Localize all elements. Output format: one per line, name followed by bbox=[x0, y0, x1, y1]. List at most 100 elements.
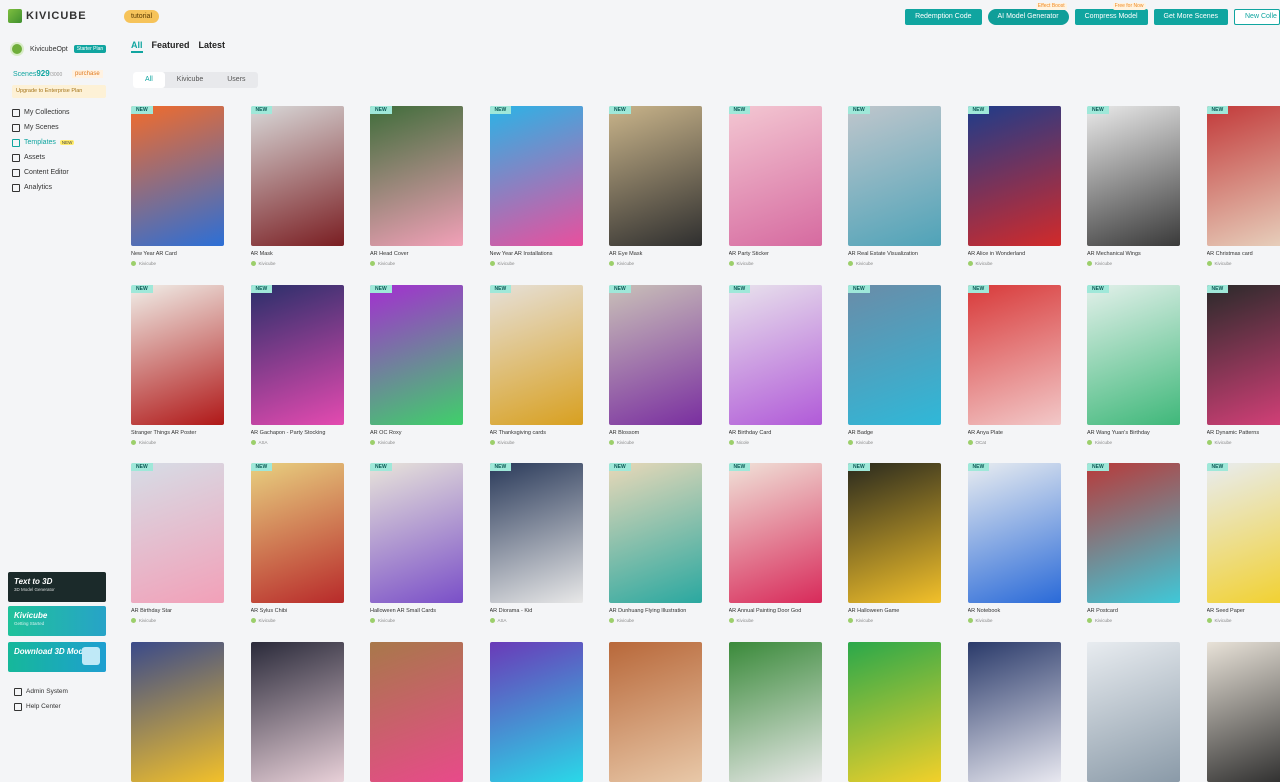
template-thumbnail[interactable] bbox=[729, 642, 822, 782]
template-card[interactable] bbox=[1207, 642, 1280, 782]
redemption-code-button[interactable]: Redemption Code bbox=[905, 9, 981, 25]
template-thumbnail[interactable]: NEW bbox=[729, 285, 822, 425]
template-card[interactable] bbox=[251, 642, 344, 782]
purchase-link[interactable]: purchase bbox=[72, 70, 103, 78]
template-card[interactable] bbox=[729, 642, 822, 782]
subtab-users[interactable]: Users bbox=[215, 72, 257, 88]
template-card[interactable]: NEWAR Halloween GameKivicube bbox=[848, 463, 941, 623]
template-card[interactable]: NEWAR OC RoxyKivicube bbox=[370, 285, 463, 445]
template-thumbnail[interactable]: NEW bbox=[251, 463, 344, 603]
template-card[interactable] bbox=[609, 642, 702, 782]
template-card[interactable]: NEWAR MaskKivicube bbox=[251, 106, 344, 266]
template-card[interactable]: NEWAR Birthday CardNicole bbox=[729, 285, 822, 445]
template-thumbnail[interactable]: NEW bbox=[1207, 106, 1280, 246]
promo-text-to-3d[interactable]: Text to 3D3D Model Generator bbox=[8, 572, 106, 602]
template-thumbnail[interactable]: NEW bbox=[1207, 285, 1280, 425]
template-card[interactable]: NEWAR Diorama - KidASA bbox=[490, 463, 583, 623]
template-card[interactable] bbox=[131, 642, 224, 782]
ai-model-generator-button[interactable]: AI Model GeneratorEffect Boost bbox=[988, 9, 1069, 25]
logo[interactable]: KIVICUBE bbox=[8, 9, 87, 23]
template-thumbnail[interactable]: NEW bbox=[729, 463, 822, 603]
template-card[interactable]: NEWHalloween AR Small CardsKivicube bbox=[370, 463, 463, 623]
template-thumbnail[interactable]: NEW bbox=[1087, 463, 1180, 603]
template-card[interactable]: NEWAR Christmas cardKivicube bbox=[1207, 106, 1280, 266]
compress-model-button[interactable]: Compress ModelFree for Now bbox=[1075, 9, 1148, 25]
template-card[interactable]: NEWAR Dynamic PatternsKivicube bbox=[1207, 285, 1280, 445]
template-card[interactable]: NEWAR Sylus ChibiKivicube bbox=[251, 463, 344, 623]
template-card[interactable] bbox=[370, 642, 463, 782]
template-thumbnail[interactable]: NEW bbox=[1087, 106, 1180, 246]
template-card[interactable] bbox=[1087, 642, 1180, 782]
tab-latest[interactable]: Latest bbox=[199, 40, 226, 50]
template-card[interactable]: NEWAR BlossomKivicube bbox=[609, 285, 702, 445]
template-thumbnail[interactable] bbox=[609, 642, 702, 782]
sidebar-item-content-editor[interactable]: Content Editor bbox=[12, 165, 74, 180]
tab-featured[interactable]: Featured bbox=[152, 40, 190, 50]
template-thumbnail[interactable]: NEW bbox=[490, 463, 583, 603]
template-thumbnail[interactable]: NEW bbox=[968, 106, 1061, 246]
promo-getting-started[interactable]: KivicubeGetting Started bbox=[8, 606, 106, 636]
template-thumbnail[interactable] bbox=[370, 642, 463, 782]
template-thumbnail[interactable]: NEW bbox=[131, 106, 224, 246]
template-card[interactable]: NEWAR PostcardKivicube bbox=[1087, 463, 1180, 623]
template-thumbnail[interactable]: NEW bbox=[1207, 463, 1280, 603]
sidebar-item-my-collections[interactable]: My Collections bbox=[12, 105, 74, 120]
template-card[interactable]: NEWAR Head CoverKivicube bbox=[370, 106, 463, 266]
template-thumbnail[interactable] bbox=[251, 642, 344, 782]
template-card[interactable]: NEWAR Eye MaskKivicube bbox=[609, 106, 702, 266]
new-collection-button[interactable]: New Colle bbox=[1234, 9, 1280, 25]
avatar[interactable] bbox=[10, 42, 24, 56]
template-thumbnail[interactable]: NEW bbox=[490, 106, 583, 246]
template-thumbnail[interactable]: NEW bbox=[729, 106, 822, 246]
template-thumbnail[interactable]: NEW bbox=[490, 285, 583, 425]
sidebar-item-assets[interactable]: Assets bbox=[12, 150, 74, 165]
template-thumbnail[interactable]: NEW bbox=[609, 106, 702, 246]
promo-download-3d-models[interactable]: Download 3D Models bbox=[8, 642, 106, 672]
template-card[interactable] bbox=[490, 642, 583, 782]
template-thumbnail[interactable]: NEW bbox=[848, 106, 941, 246]
template-card[interactable]: NEWAR Birthday StarKivicube bbox=[131, 463, 224, 623]
template-card[interactable]: NEWAR Real Estate VisualizationKivicube bbox=[848, 106, 941, 266]
template-thumbnail[interactable] bbox=[848, 642, 941, 782]
tab-all[interactable]: All bbox=[131, 40, 143, 53]
template-thumbnail[interactable]: NEW bbox=[968, 285, 1061, 425]
template-card[interactable]: NEWNew Year AR InstallationsKivicube bbox=[490, 106, 583, 266]
template-card[interactable]: NEWAR BadgeKivicube bbox=[848, 285, 941, 445]
admin-system-link[interactable]: Admin System bbox=[14, 684, 68, 699]
template-card[interactable]: NEWAR Anya PlateOCat bbox=[968, 285, 1061, 445]
template-thumbnail[interactable]: NEW bbox=[251, 285, 344, 425]
template-card[interactable]: NEWAR Gachapon - Party StockingASA bbox=[251, 285, 344, 445]
sidebar-item-templates[interactable]: TemplatesNEW bbox=[12, 135, 74, 150]
template-thumbnail[interactable]: NEW bbox=[131, 285, 224, 425]
template-card[interactable] bbox=[968, 642, 1061, 782]
get-more-scenes-button[interactable]: Get More Scenes bbox=[1154, 9, 1228, 25]
template-card[interactable]: NEWAR Mechanical WingsKivicube bbox=[1087, 106, 1180, 266]
template-card[interactable] bbox=[848, 642, 941, 782]
template-card[interactable]: NEWAR Annual Painting Door GodKivicube bbox=[729, 463, 822, 623]
template-thumbnail[interactable]: NEW bbox=[848, 285, 941, 425]
template-thumbnail[interactable]: NEW bbox=[370, 285, 463, 425]
template-card[interactable]: NEWAR Seed PaperKivicube bbox=[1207, 463, 1280, 623]
template-card[interactable]: NEWAR Dunhuang Flying IllustrationKivicu… bbox=[609, 463, 702, 623]
template-card[interactable]: NEWAR Party StickerKivicube bbox=[729, 106, 822, 266]
template-card[interactable]: NEWAR NotebookKivicube bbox=[968, 463, 1061, 623]
template-card[interactable]: NEWAR Alice in WonderlandKivicube bbox=[968, 106, 1061, 266]
template-thumbnail[interactable]: NEW bbox=[848, 463, 941, 603]
template-thumbnail[interactable]: NEW bbox=[370, 106, 463, 246]
template-thumbnail[interactable] bbox=[131, 642, 224, 782]
template-card[interactable]: NEWStranger Things AR PosterKivicube bbox=[131, 285, 224, 445]
template-thumbnail[interactable]: NEW bbox=[251, 106, 344, 246]
template-card[interactable]: NEWNew Year AR CardKivicube bbox=[131, 106, 224, 266]
template-thumbnail[interactable]: NEW bbox=[609, 285, 702, 425]
template-thumbnail[interactable]: NEW bbox=[370, 463, 463, 603]
template-thumbnail[interactable] bbox=[1087, 642, 1180, 782]
template-thumbnail[interactable]: NEW bbox=[1087, 285, 1180, 425]
sidebar-item-my-scenes[interactable]: My Scenes bbox=[12, 120, 74, 135]
template-thumbnail[interactable] bbox=[968, 642, 1061, 782]
sidebar-item-analytics[interactable]: Analytics bbox=[12, 180, 74, 195]
template-thumbnail[interactable]: NEW bbox=[131, 463, 224, 603]
template-thumbnail[interactable]: NEW bbox=[609, 463, 702, 603]
template-card[interactable]: NEWAR Thanksgiving cardsKivicube bbox=[490, 285, 583, 445]
subtab-all[interactable]: All bbox=[133, 72, 165, 88]
template-thumbnail[interactable] bbox=[1207, 642, 1280, 782]
